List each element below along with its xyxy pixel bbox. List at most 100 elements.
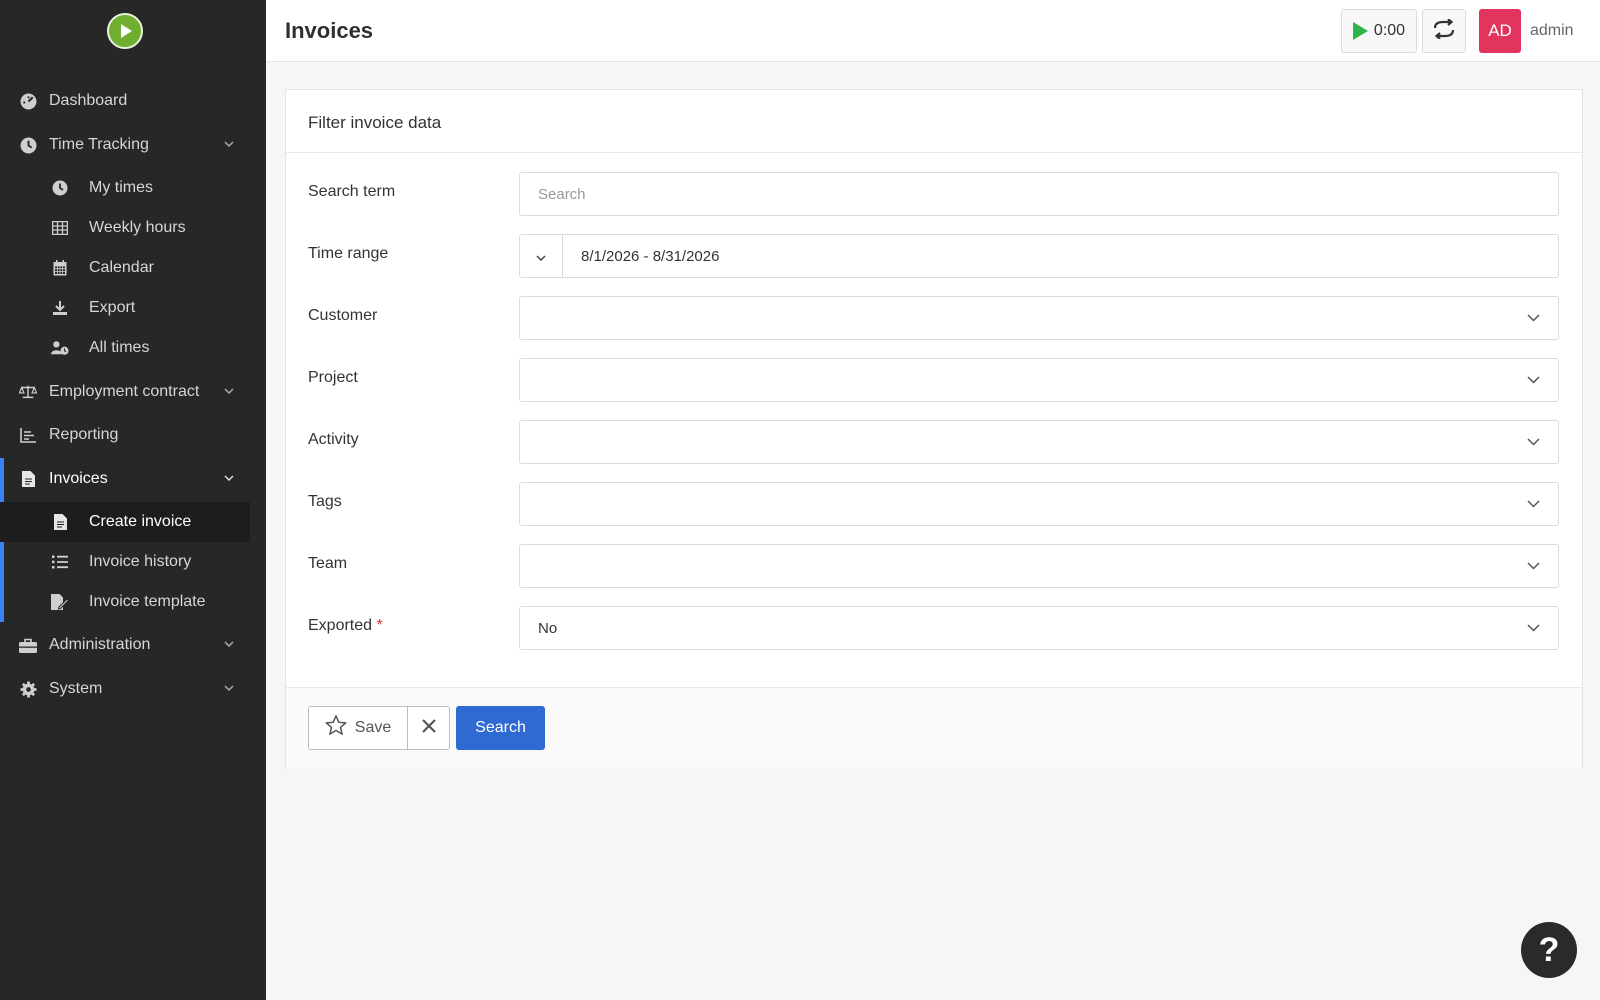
toolbox-icon bbox=[19, 636, 37, 654]
avatar[interactable]: AD bbox=[1479, 9, 1521, 53]
sidebar-item-label: Time Tracking bbox=[49, 136, 149, 153]
required-marker: * bbox=[376, 617, 383, 634]
activity-label: Activity bbox=[308, 431, 359, 448]
exported-label-text: Exported bbox=[308, 617, 373, 634]
chevron-down-icon bbox=[536, 248, 546, 265]
card-title: Filter invoice data bbox=[308, 113, 442, 132]
table-icon bbox=[51, 219, 69, 237]
gear-icon bbox=[19, 680, 37, 698]
sidebar: Dashboard Time Tracking My times Weekly … bbox=[0, 0, 266, 1000]
exported-value: No bbox=[538, 620, 558, 637]
team-select[interactable] bbox=[519, 544, 1559, 588]
sidebar-item-all-times[interactable]: All times bbox=[0, 328, 250, 368]
sidebar-item-invoice-template[interactable]: Invoice template bbox=[0, 582, 250, 622]
sidebar-item-dashboard[interactable]: Dashboard bbox=[0, 81, 250, 121]
download-icon bbox=[51, 299, 69, 317]
save-button[interactable]: Save bbox=[308, 706, 408, 750]
start-timer-button[interactable]: 0:00 bbox=[1341, 9, 1417, 53]
timer-value: 0:00 bbox=[1373, 22, 1406, 39]
chevron-down-icon bbox=[1526, 497, 1540, 511]
sidebar-item-export[interactable]: Export bbox=[0, 288, 250, 328]
customer-select[interactable] bbox=[519, 296, 1559, 340]
chevron-down-icon bbox=[222, 637, 236, 651]
project-label: Project bbox=[308, 369, 358, 386]
sidebar-item-invoices[interactable]: Invoices bbox=[0, 459, 250, 499]
search-input[interactable] bbox=[520, 173, 1558, 215]
activity-select[interactable] bbox=[519, 420, 1559, 464]
card-footer: Save Search bbox=[286, 687, 1582, 769]
clock-icon bbox=[51, 179, 69, 197]
close-icon bbox=[421, 718, 436, 738]
tags-label: Tags bbox=[308, 493, 342, 510]
sidebar-item-label: Invoices bbox=[49, 470, 108, 487]
sidebar-item-create-invoice[interactable]: Create invoice bbox=[0, 502, 250, 542]
sidebar-item-reporting[interactable]: Reporting bbox=[0, 415, 250, 455]
search-field bbox=[519, 172, 1559, 216]
filter-card: Filter invoice data Search term Time ran… bbox=[285, 89, 1583, 769]
sidebar-item-label: All times bbox=[89, 339, 150, 356]
sidebar-item-label: Dashboard bbox=[49, 92, 128, 109]
app-logo-icon[interactable] bbox=[107, 13, 143, 49]
time-range-value: 8/1/2026 - 8/31/2026 bbox=[581, 248, 720, 265]
list-icon bbox=[51, 553, 69, 571]
user-clock-icon bbox=[51, 339, 69, 357]
scale-icon bbox=[19, 383, 37, 401]
sidebar-item-administration[interactable]: Administration bbox=[0, 625, 250, 665]
username-label[interactable]: admin bbox=[1530, 22, 1574, 40]
sidebar-item-label: System bbox=[49, 680, 103, 697]
chevron-down-icon bbox=[1526, 311, 1540, 325]
exported-label: Exported * bbox=[308, 617, 383, 635]
clock-icon bbox=[19, 136, 37, 154]
sidebar-item-label: My times bbox=[89, 179, 153, 196]
invoice-icon bbox=[51, 513, 69, 531]
chevron-down-icon bbox=[222, 681, 236, 695]
chevron-down-icon bbox=[1526, 435, 1540, 449]
time-range-preset-toggle[interactable] bbox=[520, 235, 563, 277]
sidebar-item-time-tracking[interactable]: Time Tracking bbox=[0, 125, 250, 165]
play-icon bbox=[1352, 22, 1368, 40]
exported-select[interactable]: No bbox=[519, 606, 1559, 650]
time-range-label: Time range bbox=[308, 245, 389, 262]
sidebar-item-employment-contract[interactable]: Employment contract bbox=[0, 372, 250, 412]
sidebar-item-label: Invoice history bbox=[89, 553, 192, 570]
customer-label: Customer bbox=[308, 307, 378, 324]
chevron-down-icon bbox=[1526, 373, 1540, 387]
tags-select[interactable] bbox=[519, 482, 1559, 526]
sidebar-item-label: Employment contract bbox=[49, 383, 200, 400]
star-icon bbox=[325, 715, 347, 741]
edit-document-icon bbox=[51, 593, 69, 611]
sidebar-item-system[interactable]: System bbox=[0, 669, 250, 709]
sidebar-item-weekly-hours[interactable]: Weekly hours bbox=[0, 208, 250, 248]
calendar-icon bbox=[51, 259, 69, 277]
sidebar-item-calendar[interactable]: Calendar bbox=[0, 248, 250, 288]
reset-button[interactable] bbox=[407, 706, 450, 750]
sidebar-item-label: Export bbox=[89, 299, 136, 316]
time-range-field[interactable]: 8/1/2026 - 8/31/2026 bbox=[519, 234, 1559, 278]
help-button[interactable]: ? bbox=[1521, 922, 1577, 978]
sidebar-item-label: Reporting bbox=[49, 426, 119, 443]
chevron-down-icon bbox=[222, 471, 236, 485]
divider bbox=[286, 152, 1582, 153]
dashboard-icon bbox=[19, 92, 37, 110]
page-title: Invoices bbox=[285, 18, 374, 43]
search-term-label: Search term bbox=[308, 183, 396, 200]
sidebar-item-label: Invoice template bbox=[89, 593, 206, 610]
sidebar-item-invoice-history[interactable]: Invoice history bbox=[0, 542, 250, 582]
chevron-down-icon bbox=[1526, 559, 1540, 573]
sidebar-item-label: Create invoice bbox=[89, 513, 192, 530]
chevron-down-icon bbox=[222, 384, 236, 398]
top-header: Invoices 0:00 AD admin bbox=[266, 0, 1600, 62]
sync-icon bbox=[1432, 17, 1456, 44]
sidebar-item-my-times[interactable]: My times bbox=[0, 168, 250, 208]
sidebar-item-label: Calendar bbox=[89, 259, 154, 276]
save-button-label: Save bbox=[354, 719, 392, 736]
chevron-down-icon bbox=[222, 137, 236, 151]
project-select[interactable] bbox=[519, 358, 1559, 402]
sidebar-item-label: Administration bbox=[49, 636, 151, 653]
team-label: Team bbox=[308, 555, 348, 572]
search-button[interactable]: Search bbox=[456, 706, 545, 750]
invoice-icon bbox=[19, 470, 37, 488]
chart-icon bbox=[19, 426, 37, 444]
refresh-button[interactable] bbox=[1422, 9, 1466, 53]
sidebar-item-label: Weekly hours bbox=[89, 219, 186, 236]
